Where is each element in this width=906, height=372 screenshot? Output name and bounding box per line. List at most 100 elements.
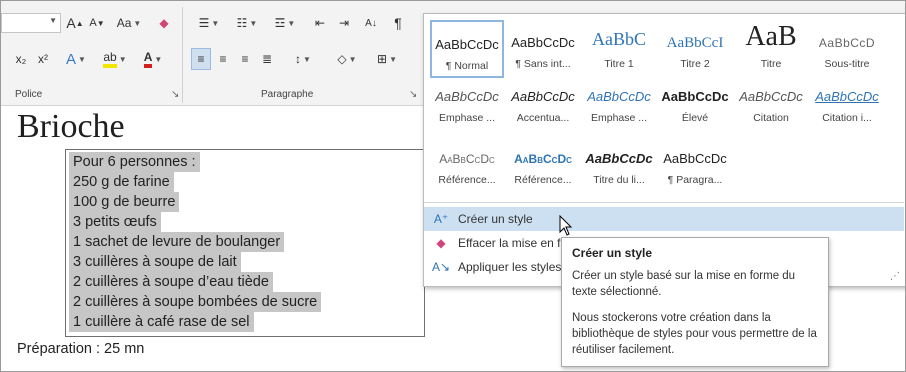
highlight-button[interactable]: ab ▼ bbox=[97, 48, 133, 70]
borders-button[interactable]: ⊞ ▼ bbox=[369, 48, 405, 70]
ingredient-line[interactable]: 2 cuillères à soupe bombées de sucre bbox=[69, 292, 322, 312]
style-preview: AaBbCcDc bbox=[511, 35, 575, 50]
style-preview: AaBbC bbox=[592, 30, 646, 48]
style-strong[interactable]: AaBbCcDc Élevé bbox=[658, 82, 732, 140]
shrink-font-button[interactable]: A ▼ bbox=[87, 12, 107, 34]
align-left-button[interactable]: ≡ bbox=[191, 48, 211, 70]
style-caption: Titre 1 bbox=[604, 58, 634, 70]
create-style-menu-item[interactable]: A⁺ Créer un style bbox=[424, 207, 904, 231]
style-caption: Emphase ... bbox=[590, 112, 648, 124]
style-caption: Emphase ... bbox=[438, 112, 496, 124]
style-no-spacing[interactable]: AaBbCcDc ¶ Sans int... bbox=[506, 20, 580, 78]
style-subtitle[interactable]: AaBbCcD Sous-titre bbox=[810, 20, 884, 78]
style-caption: Référence... bbox=[514, 174, 572, 186]
apply-styles-label: Appliquer les styles... bbox=[458, 260, 572, 274]
align-center-button[interactable]: ≡ bbox=[213, 48, 233, 70]
style-preview: AaBbCcDc bbox=[511, 89, 575, 104]
ingredient-line[interactable]: 3 cuillères à soupe de lait bbox=[69, 252, 241, 272]
chevron-down-icon: ▼ bbox=[78, 54, 86, 64]
highlight-label: ab bbox=[103, 50, 117, 68]
increase-indent-button[interactable]: ⇥ bbox=[333, 12, 355, 34]
style-preview: AaBbCcDc bbox=[739, 89, 803, 104]
preparation-line[interactable]: Préparation : 25 mn bbox=[17, 341, 144, 357]
style-list-paragraph[interactable]: AaBbCcDc ¶ Paragra... bbox=[658, 144, 732, 202]
justify-button[interactable]: ≣ bbox=[257, 48, 277, 70]
style-subtle-emphasis[interactable]: AaBbCcDc Emphase ... bbox=[430, 82, 504, 140]
show-marks-button[interactable]: ¶ bbox=[387, 12, 409, 34]
ingredient-line[interactable]: 100 g de beurre bbox=[69, 192, 180, 212]
style-intense-quote[interactable]: AaBbCcDc Citation i... bbox=[810, 82, 884, 140]
style-caption: ¶ Sans int... bbox=[515, 58, 571, 70]
apply-styles-icon: A↘ bbox=[432, 260, 451, 274]
style-intense-reference[interactable]: AaBbCcDc Référence... bbox=[506, 144, 580, 202]
align-right-button[interactable]: ≡ bbox=[235, 48, 255, 70]
ingredient-line[interactable]: 2 cuillères à soupe d’eau tiède bbox=[69, 272, 273, 292]
justify-icon: ≣ bbox=[261, 52, 273, 66]
clear-formatting-button[interactable]: ◆ bbox=[153, 12, 175, 34]
chevron-down-icon: ▼ bbox=[303, 54, 311, 64]
style-caption: Accentua... bbox=[516, 112, 570, 124]
style-caption: Titre bbox=[760, 58, 782, 70]
grow-font-button[interactable]: A ▲ bbox=[65, 12, 85, 34]
text-effects-button[interactable]: A ▼ bbox=[59, 48, 93, 70]
document-title[interactable]: Brioche bbox=[17, 108, 125, 146]
group-separator bbox=[182, 7, 183, 103]
chevron-down-icon: ▼ bbox=[154, 54, 163, 64]
style-book-title[interactable]: AaBbCcDc Titre du li... bbox=[582, 144, 656, 202]
line-spacing-button[interactable]: ↕ ▼ bbox=[285, 48, 321, 70]
chevron-down-icon: ▼ bbox=[133, 18, 142, 28]
style-caption: ¶ Normal bbox=[445, 60, 489, 72]
style-heading-1[interactable]: AaBbC Titre 1 bbox=[582, 20, 656, 78]
chevron-down-icon: ▼ bbox=[118, 54, 127, 64]
style-preview: AaBbCcI bbox=[666, 35, 724, 51]
numbering-button[interactable]: ☷ ▼ bbox=[229, 12, 265, 34]
font-group-label: Police bbox=[15, 89, 43, 100]
style-emphasis[interactable]: AaBbCcDc Accentua... bbox=[506, 82, 580, 140]
ingredient-line[interactable]: Pour 6 personnes : bbox=[69, 152, 200, 172]
mouse-pointer-icon bbox=[559, 215, 573, 236]
style-preview: AaBbCcDc bbox=[661, 89, 729, 104]
style-caption: ¶ Paragra... bbox=[667, 174, 723, 186]
outdent-icon: ⇤ bbox=[314, 16, 326, 30]
change-case-label: Aa bbox=[116, 16, 132, 30]
shading-button[interactable]: ◇ ▼ bbox=[329, 48, 365, 70]
style-caption: Référence... bbox=[438, 174, 496, 186]
chevron-down-icon: ▼ bbox=[249, 18, 258, 28]
align-center-icon: ≡ bbox=[219, 52, 227, 66]
style-title[interactable]: AaB Titre bbox=[734, 20, 808, 78]
style-subtle-reference[interactable]: AaBbCcDc Référence... bbox=[430, 144, 504, 202]
style-heading-2[interactable]: AaBbCcI Titre 2 bbox=[658, 20, 732, 78]
style-preview: AaBbCcDc bbox=[587, 89, 651, 104]
ingredient-line[interactable]: 250 g de farine bbox=[69, 172, 174, 192]
style-quote[interactable]: AaBbCcDc Citation bbox=[734, 82, 808, 140]
ingredient-line[interactable]: 1 cuillère à café rase de sel bbox=[69, 312, 254, 332]
sort-button[interactable]: A↓ bbox=[359, 12, 383, 34]
paragraph-dialog-launcher-icon[interactable]: ↘ bbox=[409, 89, 417, 100]
change-case-button[interactable]: Aa ▼ bbox=[111, 12, 147, 34]
style-normal[interactable]: AaBbCcDc ¶ Normal bbox=[430, 20, 504, 78]
tooltip-note: Nous stockerons votre création dans la b… bbox=[572, 312, 817, 356]
multilevel-list-button[interactable]: ☲ ▼ bbox=[267, 12, 303, 34]
style-intense-emphasis[interactable]: AaBbCcDc Emphase ... bbox=[582, 82, 656, 140]
tooltip-title: Créer un style bbox=[572, 246, 653, 260]
font-size-combo[interactable]: ▼ bbox=[1, 13, 61, 33]
numbered-list-icon: ☷ bbox=[236, 16, 248, 30]
align-left-icon: ≡ bbox=[197, 52, 205, 66]
gallery-divider bbox=[424, 202, 904, 203]
style-preview: AaBbCcD bbox=[818, 36, 876, 50]
font-dialog-launcher-icon[interactable]: ↘ bbox=[171, 89, 179, 100]
resize-grip-icon[interactable]: ⋰ bbox=[890, 271, 900, 282]
subscript-button[interactable]: x₂ bbox=[11, 48, 31, 70]
text-effects-label: A bbox=[66, 50, 77, 68]
superscript-button[interactable]: x² bbox=[33, 48, 53, 70]
style-preview: AaBbCcDc bbox=[514, 152, 572, 166]
bullet-list-icon: ☰ bbox=[198, 16, 210, 30]
bullets-button[interactable]: ☰ ▼ bbox=[191, 12, 227, 34]
style-preview: AaBbCcDc bbox=[435, 37, 499, 52]
ingredient-line[interactable]: 1 sachet de levure de boulanger bbox=[69, 232, 285, 252]
multilevel-list-icon: ☲ bbox=[274, 16, 286, 30]
decrease-indent-button[interactable]: ⇤ bbox=[309, 12, 331, 34]
font-color-button[interactable]: A ▼ bbox=[137, 48, 169, 70]
ingredient-line[interactable]: 3 petits œufs bbox=[69, 212, 161, 232]
font-color-label: A bbox=[143, 50, 153, 68]
